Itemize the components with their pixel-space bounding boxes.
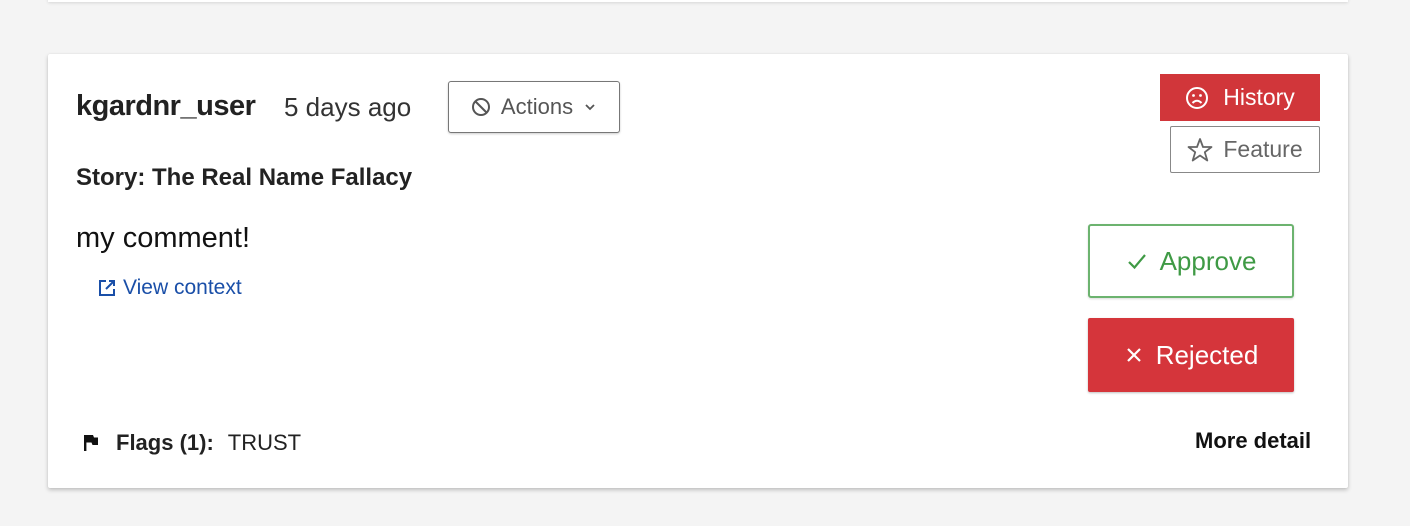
more-detail-link[interactable]: More detail (1195, 428, 1311, 454)
comment-body: my comment! (76, 222, 251, 254)
history-label: History (1223, 84, 1295, 110)
approve-button[interactable]: Approve (1088, 224, 1294, 298)
check-icon (1126, 250, 1148, 272)
story-title: Story: The Real Name Fallacy (76, 164, 413, 191)
actions-label: Actions (500, 94, 574, 119)
block-icon (471, 97, 491, 117)
view-context-link[interactable]: View context (97, 276, 242, 300)
flag-icon (82, 433, 100, 453)
previous-comment-card (48, 0, 1348, 2)
flags-value: TRUST (227, 430, 302, 455)
rejected-button[interactable]: Rejected (1088, 318, 1294, 392)
approve-label: Approve (1159, 245, 1257, 276)
rejected-label: Rejected (1155, 339, 1259, 370)
external-link-icon (97, 278, 117, 298)
flags-label: Flags (1): (116, 430, 214, 455)
timestamp: 5 days ago (284, 92, 412, 122)
feature-label: Feature (1223, 136, 1303, 162)
username[interactable]: kgardnr_user (76, 90, 256, 123)
flags-summary: Flags (1): TRUST (82, 430, 301, 456)
chevron-down-icon (583, 100, 597, 114)
actions-button[interactable]: Actions (448, 81, 620, 133)
sad-face-icon (1185, 86, 1209, 110)
comment-card: kgardnr_user 5 days ago Actions Story: T… (48, 54, 1348, 488)
feature-button[interactable]: Feature (1170, 126, 1320, 173)
view-context-label: View context (123, 276, 242, 299)
history-button[interactable]: History (1160, 74, 1320, 121)
close-icon (1124, 345, 1144, 365)
star-outline-icon (1187, 137, 1213, 163)
